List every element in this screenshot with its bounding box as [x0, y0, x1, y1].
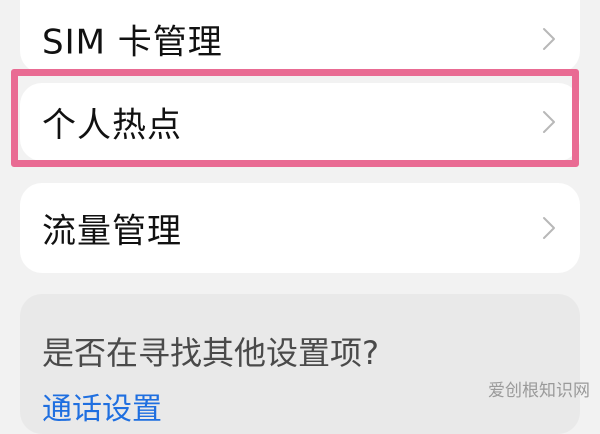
data-usage-row[interactable]: 流量管理 [20, 189, 580, 267]
chevron-right-icon [542, 110, 556, 134]
chevron-right-icon [542, 216, 556, 240]
sim-card-settings-card: SIM 卡管理 [20, 0, 580, 73]
search-suggestion-card: 是否在寻找其他设置项? 通话设置 [20, 294, 580, 434]
search-suggestion-title: 是否在寻找其他设置项? [42, 334, 379, 372]
chevron-right-icon [542, 27, 556, 51]
data-usage-card: 流量管理 [20, 183, 580, 273]
sim-card-settings-row[interactable]: SIM 卡管理 [20, 0, 580, 78]
call-settings-link[interactable]: 通话设置 [42, 384, 162, 428]
personal-hotspot-row[interactable]: 个人热点 [20, 83, 580, 161]
data-usage-label: 流量管理 [42, 211, 182, 252]
personal-hotspot-card: 个人热点 [20, 83, 580, 161]
personal-hotspot-label: 个人热点 [42, 105, 182, 146]
sim-card-settings-label: SIM 卡管理 [42, 22, 223, 63]
watermark: 爱创根知识网 [488, 381, 590, 401]
